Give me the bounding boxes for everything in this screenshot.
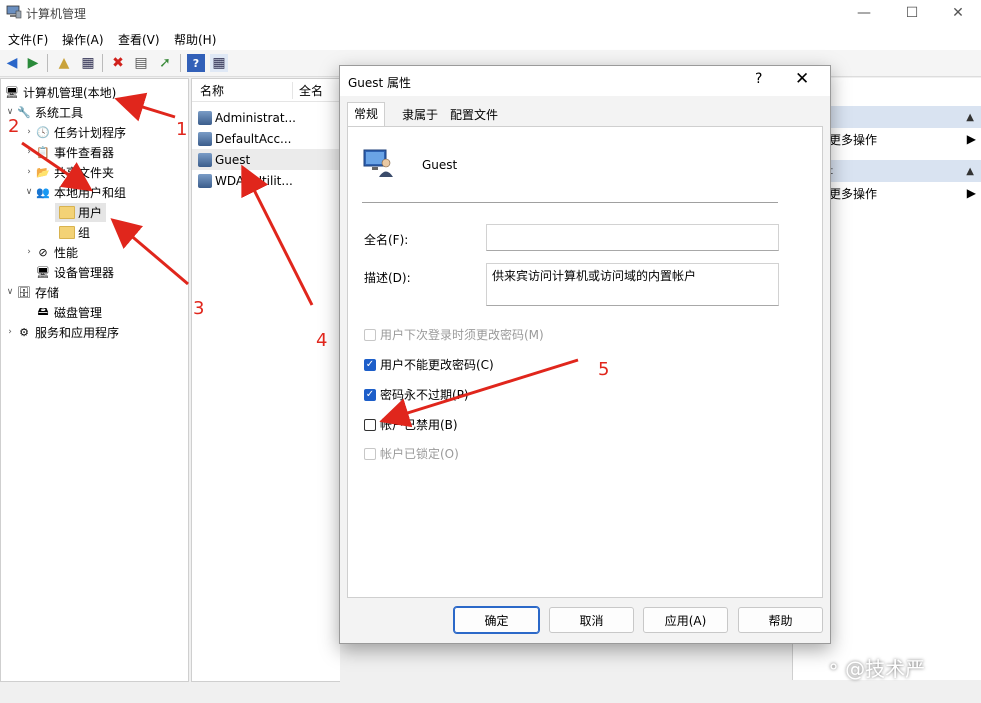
annotation-arrow-1	[114, 92, 176, 122]
annotation-arrow-2	[21, 141, 93, 192]
annotation-arrow-3	[110, 218, 189, 286]
watermark-text: @技术严	[845, 657, 926, 681]
annotation-number-2: 2	[8, 116, 20, 137]
annotation-number-3: 3	[193, 298, 205, 319]
annotation-number-4: 4	[316, 330, 328, 351]
annotation-number-1: 1	[176, 119, 188, 140]
annotation-number-5: 5	[598, 359, 610, 380]
annotation-arrow-4	[241, 164, 314, 306]
watermark: ⚬ @技术严	[826, 653, 925, 682]
watermark-logo-icon: ⚬	[826, 657, 842, 678]
annotation-arrows	[21, 92, 579, 428]
annotation-arrow-5	[379, 358, 579, 428]
